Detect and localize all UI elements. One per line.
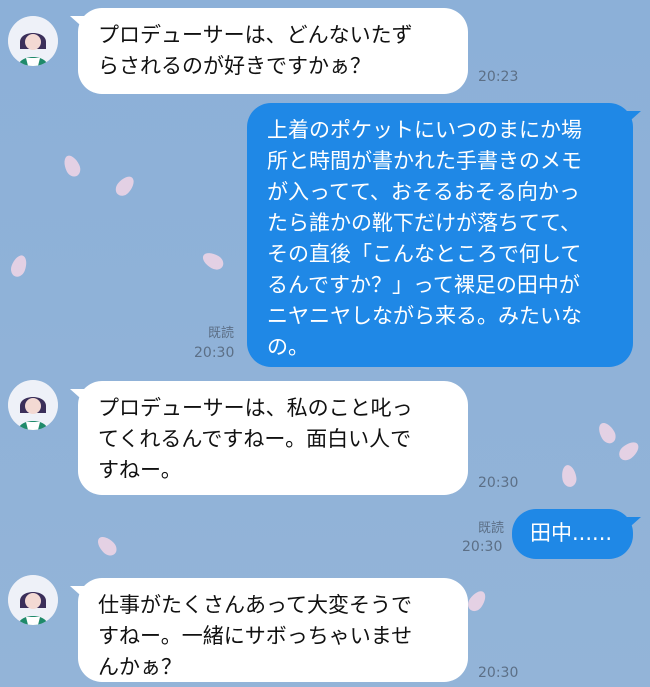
read-receipt: 既読 xyxy=(207,326,234,341)
character-avatar-icon xyxy=(8,575,58,625)
message-time: 20:30 xyxy=(194,345,235,361)
avatar[interactable] xyxy=(8,16,58,66)
message-time: 20:30 xyxy=(462,539,503,555)
message-bubble-incoming[interactable]: プロデューサーは、私のこと叱っ てくれるんですねー。面白い人で すねー。 xyxy=(78,381,468,495)
avatar[interactable] xyxy=(8,380,58,430)
message-time: 20:30 xyxy=(478,665,519,681)
avatar[interactable] xyxy=(8,575,58,625)
read-receipt: 既読 xyxy=(477,521,504,536)
message-time: 20:23 xyxy=(478,69,519,85)
message-time: 20:30 xyxy=(478,475,519,491)
message-bubble-incoming[interactable]: 仕事がたくさんあって大変そうで すねー。一緒にサボっちゃいませ んかぁ？ xyxy=(78,578,468,682)
character-avatar-icon xyxy=(8,16,58,66)
message-bubble-outgoing[interactable]: 田中...... xyxy=(512,509,633,559)
message-bubble-incoming[interactable]: プロデューサーは、どんないたず らされるのが好きですかぁ？ xyxy=(78,8,468,94)
character-avatar-icon xyxy=(8,380,58,430)
message-bubble-outgoing[interactable]: 上着のポケットにいつのまにか場 所と時間が書かれた手書きのメモ が入ってて、おそ… xyxy=(247,103,633,367)
